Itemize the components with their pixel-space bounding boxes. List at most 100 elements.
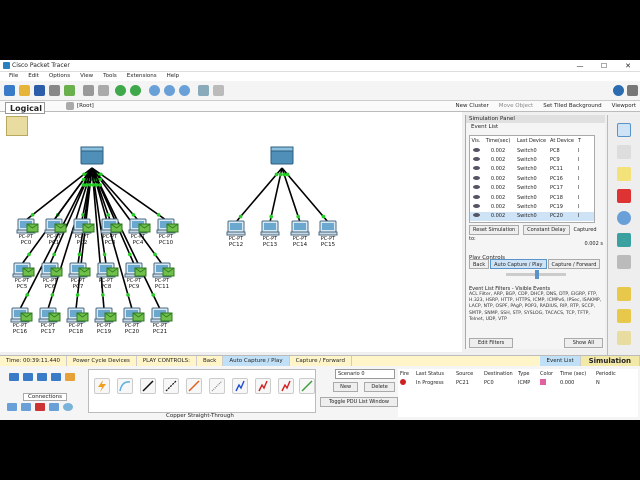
undo-icon[interactable] — [115, 85, 126, 96]
visible-eye-icon[interactable] — [472, 175, 480, 180]
pc-device-icon[interactable] — [226, 220, 246, 236]
constant-delay-checkbox[interactable]: Constant Delay — [523, 225, 570, 235]
copy-icon[interactable] — [83, 85, 94, 96]
inspect-magnifier-icon[interactable] — [617, 211, 631, 225]
event-row[interactable]: 0.002 Switch0 PC16 I — [470, 174, 594, 183]
visible-eye-icon[interactable] — [472, 157, 480, 162]
menu-view[interactable]: View — [75, 72, 98, 81]
new-cluster-button[interactable]: New Cluster — [456, 103, 489, 109]
minimize-button[interactable]: — — [568, 60, 592, 72]
inspect-hand-icon[interactable] — [617, 145, 631, 159]
copper-straight-through-icon[interactable] — [140, 378, 156, 394]
serial-dce-icon[interactable] — [255, 378, 271, 394]
phone-cable-icon[interactable] — [209, 378, 225, 394]
pc-device-icon[interactable] — [260, 220, 280, 236]
new-scenario-button[interactable]: New — [333, 382, 359, 392]
viewport-button[interactable]: Viewport — [612, 103, 636, 109]
print-icon[interactable] — [49, 85, 60, 96]
automatic-connection-icon[interactable] — [94, 378, 110, 394]
event-row[interactable]: 0.002 Switch0 PC8 I — [470, 146, 594, 155]
visible-eye-icon[interactable] — [472, 194, 480, 199]
visible-eye-icon[interactable] — [472, 213, 480, 218]
network-info-icon[interactable] — [627, 85, 638, 96]
reset-simulation-button[interactable]: Reset Simulation — [469, 225, 520, 235]
event-list-table[interactable]: Vis. Time(sec) Last Device At Device T 0… — [469, 135, 595, 223]
switch0-icon[interactable] — [80, 146, 104, 165]
speed-slider-handle[interactable] — [535, 270, 539, 279]
visible-eye-icon[interactable] — [472, 204, 480, 209]
speed-slider[interactable] — [506, 270, 566, 279]
back-button[interactable]: Back — [469, 259, 490, 269]
octal-cable-icon[interactable] — [299, 378, 315, 394]
activity-wizard-icon[interactable] — [64, 85, 75, 96]
select-arrow-icon[interactable] — [617, 123, 631, 137]
menu-extensions[interactable]: Extensions — [122, 72, 162, 81]
visible-eye-icon[interactable] — [472, 147, 480, 152]
move-object-button[interactable]: Move Object — [499, 103, 533, 109]
menu-edit[interactable]: Edit — [23, 72, 44, 81]
menu-tools[interactable]: Tools — [98, 72, 122, 81]
end-devices-category-icon[interactable] — [7, 403, 17, 411]
event-row[interactable]: 0.002 Switch0 PC18 I — [470, 193, 594, 202]
console-cable-icon[interactable] — [117, 378, 133, 394]
delete-x-icon[interactable] — [617, 189, 631, 203]
zoom-out-icon[interactable] — [179, 85, 190, 96]
wan-emulation-category-icon[interactable] — [49, 403, 59, 411]
copper-cross-over-icon[interactable] — [163, 378, 179, 394]
routers-category-icon[interactable] — [9, 373, 19, 381]
fire-icon[interactable] — [400, 378, 406, 385]
visible-eye-icon[interactable] — [472, 166, 480, 171]
switch1-icon[interactable] — [270, 146, 294, 165]
simulation-clock-icon[interactable] — [617, 331, 631, 345]
add-simple-pdu-icon[interactable] — [617, 287, 631, 301]
serial-dte-icon[interactable] — [278, 378, 294, 394]
connections-category-icon[interactable] — [65, 373, 75, 381]
save-icon[interactable] — [34, 85, 45, 96]
maximize-button[interactable]: ☐ — [592, 60, 616, 72]
status-back-button[interactable]: Back — [197, 356, 224, 366]
pc-device-icon[interactable] — [290, 220, 310, 236]
switches-category-icon[interactable] — [23, 373, 33, 381]
event-row[interactable]: 0.002 Switch0 PC17 I — [470, 184, 594, 193]
pc-device-icon[interactable] — [318, 220, 338, 236]
fiber-icon[interactable] — [186, 378, 202, 394]
redo-icon[interactable] — [130, 85, 141, 96]
toggle-pdu-list-button[interactable]: Toggle PDU List Window — [320, 397, 398, 407]
simulation-mode-tab[interactable]: Simulation — [580, 356, 640, 366]
event-row[interactable]: 0.002 Switch0 PC11 I — [470, 165, 594, 174]
menu-file[interactable]: File — [4, 72, 23, 81]
drawing-palette-icon[interactable] — [198, 85, 209, 96]
visible-eye-icon[interactable] — [472, 185, 480, 190]
back-folder-icon[interactable] — [66, 102, 74, 110]
show-all-button[interactable]: Show All — [563, 338, 603, 348]
open-folder-icon[interactable] — [19, 85, 30, 96]
coaxial-cable-icon[interactable] — [232, 378, 248, 394]
tab-logical[interactable]: Logical — [5, 102, 45, 114]
info-icon[interactable] — [613, 85, 624, 96]
resize-shape-icon[interactable] — [617, 255, 631, 269]
status-auto-capture-button[interactable]: Auto Capture / Play — [223, 356, 290, 366]
capture-forward-button[interactable]: Capture / Forward — [547, 259, 601, 269]
new-file-icon[interactable] — [4, 85, 15, 96]
place-note-icon[interactable] — [617, 167, 631, 181]
auto-capture-play-button[interactable]: Auto Capture / Play — [490, 259, 547, 269]
custom-device-icon[interactable] — [213, 85, 224, 96]
delete-scenario-button[interactable]: Delete — [364, 382, 395, 392]
zoom-in-icon[interactable] — [149, 85, 160, 96]
event-row[interactable]: 0.002 Switch0 PC9 I — [470, 155, 594, 164]
draw-shape-icon[interactable] — [617, 233, 631, 247]
event-row[interactable]: 0.002 Switch0 PC20 I — [470, 211, 594, 222]
security-category-icon[interactable] — [35, 403, 45, 411]
close-button[interactable]: ✕ — [616, 60, 640, 72]
event-row[interactable]: 0.002 Switch0 PC19 I — [470, 202, 594, 211]
components-category-icon[interactable] — [21, 403, 31, 411]
wireless-category-icon[interactable] — [51, 373, 61, 381]
zoom-reset-icon[interactable] — [164, 85, 175, 96]
edit-filters-button[interactable]: Edit Filters — [469, 338, 514, 348]
paste-icon[interactable] — [98, 85, 109, 96]
status-capture-forward-button[interactable]: Capture / Forward — [290, 356, 352, 366]
event-list-button[interactable]: Event List — [540, 356, 581, 366]
logical-workspace-canvas[interactable]: PC-PT PC0 PC-PT PC1 PC-PT PC2 PC-PT PC3 PC-PT PC4… — [0, 112, 462, 352]
scenario-select[interactable]: Scenario 0 — [335, 369, 395, 379]
hubs-category-icon[interactable] — [37, 373, 47, 381]
